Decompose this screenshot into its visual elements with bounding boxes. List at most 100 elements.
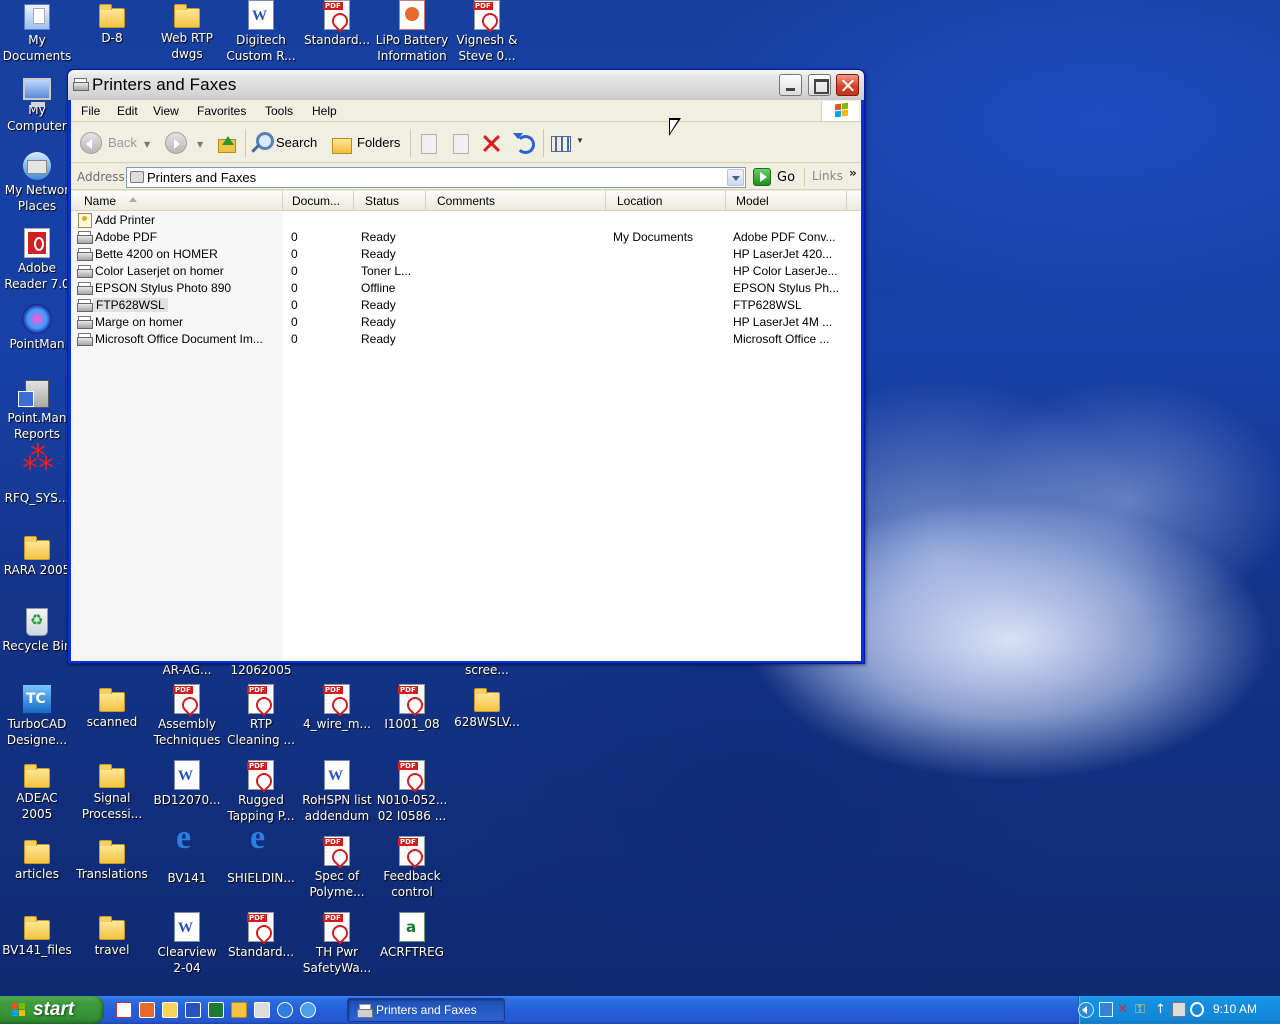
quicklaunch-powerpoint-icon[interactable] (139, 1002, 155, 1018)
desktop-icon[interactable]: N010-052... 02 I0586 ... (375, 760, 449, 824)
desktop-icon[interactable]: RoHSPN list addendum 1 (300, 760, 374, 824)
folders-button[interactable]: Folders (330, 131, 404, 155)
address-dropdown-button[interactable] (727, 169, 744, 186)
desktop-icon[interactable]: scanned (75, 684, 149, 730)
desktop-icon[interactable]: 4_wire_m... (300, 684, 374, 732)
undo-button[interactable] (512, 131, 536, 155)
delete-button[interactable] (480, 131, 504, 155)
maximize-button[interactable] (808, 74, 831, 96)
desktop-icon[interactable]: articles (0, 836, 74, 882)
search-button[interactable]: Search (250, 131, 322, 155)
close-button[interactable] (836, 74, 859, 96)
desktop-icon[interactable]: Feedback control (375, 836, 449, 900)
desktop-icon[interactable]: 628WSLV... (450, 684, 524, 730)
desktop-icon-label-partial[interactable]: AR-AG... (150, 662, 224, 678)
forward-button[interactable] (165, 131, 189, 155)
back-button[interactable]: Back (80, 131, 150, 155)
network-status-icon[interactable] (1099, 1002, 1113, 1017)
column-header-name[interactable]: Name (71, 191, 283, 210)
quicklaunch-word-icon[interactable] (185, 1002, 201, 1018)
desktop-icon[interactable]: Assembly Techniques (150, 684, 224, 748)
column-header-status[interactable]: Status (354, 191, 426, 210)
copy-to-button[interactable] (449, 131, 473, 155)
menu-file[interactable]: File (81, 104, 100, 118)
desktop-icon[interactable]: Clearview 2-04 (150, 912, 224, 976)
printer-row[interactable]: Bette 4200 on HOMER 0 Ready HP LaserJet 420… (71, 246, 861, 263)
desktop-icon[interactable]: RARA 2005 (0, 532, 74, 578)
links-toolbar[interactable]: Links (812, 169, 843, 183)
quicklaunch-ie-icon[interactable] (277, 1002, 293, 1018)
usb-device-icon[interactable]: ↑ (1155, 1002, 1169, 1017)
links-chevron-icon[interactable]: » (849, 166, 857, 180)
desktop-icon[interactable]: Translations (75, 836, 149, 882)
desktop-icon[interactable]: My Networ Places (0, 152, 74, 214)
desktop-icon[interactable]: BD12070... (150, 760, 224, 808)
window-title-bar[interactable]: Printers and Faxes (68, 70, 864, 100)
desktop-icon[interactable]: RTP Cleaning ... (224, 684, 298, 748)
printer-row[interactable]: Add Printer (71, 212, 861, 229)
desktop-icon[interactable]: Adobe Reader 7.0 (0, 228, 74, 292)
quicklaunch-show-desktop-icon[interactable] (300, 1002, 316, 1018)
desktop-icon[interactable]: Recycle Bin (0, 608, 74, 654)
desktop-icon-label-partial[interactable]: 12062005 (224, 662, 298, 678)
quicklaunch-explorer-icon[interactable] (231, 1002, 247, 1018)
desktop-icon[interactable]: TurboCAD Designe... (0, 684, 74, 748)
printer-row[interactable]: Color Laserjet on homer 0 Toner L... HP Col… (71, 263, 861, 280)
desktop-icon[interactable]: travel (75, 912, 149, 958)
printer-row[interactable]: EPSON Stylus Photo 890 0 Offline EPSON Styl… (71, 280, 861, 297)
desktop-icon[interactable]: RFQ_SYS... (0, 450, 74, 506)
forward-dropdown-icon[interactable]: ▼ (197, 140, 203, 149)
desktop-icon[interactable]: BV141 (150, 830, 224, 886)
printer-row[interactable]: Adobe PDF 0 Ready My Documents Adobe PDF Con… (71, 229, 861, 246)
tray-expand-icon[interactable] (1078, 1002, 1094, 1018)
desktop-icon[interactable]: Digitech Custom R... (224, 0, 298, 64)
printer-row[interactable]: Microsoft Office Document Im... 0 Ready Mic… (71, 331, 861, 348)
views-button[interactable]: ▼ (549, 131, 585, 155)
desktop-icon[interactable]: ADEAC 2005 (0, 760, 74, 822)
menu-edit[interactable]: Edit (117, 104, 138, 118)
start-button[interactable]: start (0, 996, 104, 1024)
menu-favorites[interactable]: Favorites (197, 104, 246, 118)
desktop-icon[interactable]: Point.Man Reports (0, 380, 74, 442)
up-button[interactable] (215, 131, 239, 155)
printer-tray-icon[interactable] (1172, 1002, 1186, 1017)
menu-view[interactable]: View (153, 104, 179, 118)
desktop-icon[interactable]: Vignesh & Steve 0... (450, 0, 524, 64)
column-header-location[interactable]: Location (606, 191, 726, 210)
desktop-icon[interactable]: Standard... (224, 912, 298, 960)
move-to-button[interactable] (417, 131, 441, 155)
taskbar-button-printers-and-faxes[interactable]: Printers and Faxes (347, 998, 505, 1022)
desktop-icon[interactable]: Spec of Polyme... (300, 836, 374, 900)
column-header-documents[interactable]: Docum... (283, 191, 354, 210)
menu-help[interactable]: Help (312, 104, 337, 118)
desktop-icon[interactable]: I1001_08 (375, 684, 449, 732)
quicklaunch-pdf-icon[interactable] (116, 1002, 132, 1018)
desktop-icon[interactable]: Rugged Tapping P... (224, 760, 298, 824)
security-key-icon[interactable]: ⚿ (1135, 1002, 1149, 1017)
column-header-model[interactable]: Model (726, 191, 847, 210)
desktop-icon[interactable]: TH Pwr SafetyWa... (300, 912, 374, 976)
clock-sync-icon[interactable] (1190, 1002, 1204, 1017)
desktop-icon[interactable]: My Computer (0, 76, 74, 134)
network-disconnected-icon[interactable]: ✕ (1117, 1002, 1131, 1017)
desktop-icon[interactable]: Web RTP dwgs (150, 0, 224, 62)
menu-tools[interactable]: Tools (265, 104, 293, 118)
printer-row[interactable]: FTP628WSL 0 Ready FTP628WSL (71, 297, 861, 314)
desktop-icon[interactable]: ACRFTREG (375, 912, 449, 960)
desktop-icon[interactable]: Signal Processi... (75, 760, 149, 822)
quicklaunch-printer-icon[interactable] (254, 1002, 270, 1018)
desktop-icon[interactable]: D-8 (75, 0, 149, 46)
minimize-button[interactable] (779, 74, 802, 96)
quicklaunch-excel-icon[interactable] (208, 1002, 224, 1018)
desktop-icon[interactable]: SHIELDIN... (224, 830, 298, 886)
desktop-icon[interactable]: My Documents (0, 0, 74, 64)
desktop-icon[interactable]: LiPo Battery Information (375, 0, 449, 64)
go-button[interactable]: Go (753, 167, 801, 187)
desktop-icon[interactable]: BV141_files (0, 912, 74, 958)
back-dropdown-icon[interactable]: ▼ (144, 140, 150, 149)
clock[interactable]: 9:10 AM (1213, 1002, 1257, 1016)
printer-row[interactable]: Marge on homer 0 Ready HP LaserJet 4M ... (71, 314, 861, 331)
desktop-icon[interactable]: Standard... (300, 0, 374, 48)
desktop-icon[interactable]: PointMan (0, 304, 74, 352)
address-input[interactable]: Printers and Faxes (126, 167, 746, 188)
